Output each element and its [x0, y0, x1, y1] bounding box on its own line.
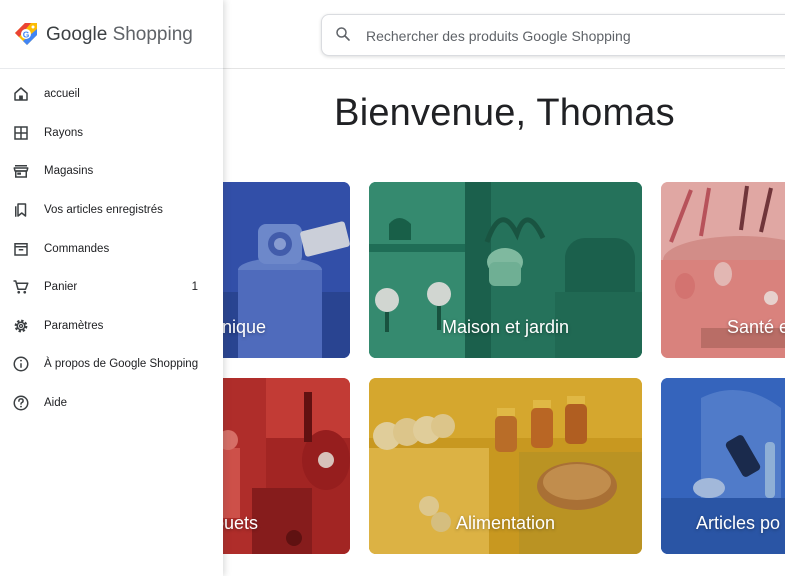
category-tile-health[interactable]: Santé e [661, 182, 785, 358]
sidebar-item-home[interactable]: accueil [0, 75, 223, 114]
sidebar-item-label: Aide [44, 397, 68, 410]
sidebar-item-about[interactable]: À propos de Google Shopping [0, 345, 223, 384]
sidebar-item-label: Paramètres [44, 319, 104, 332]
category-label: Alimentation [455, 513, 556, 533]
category-label: nique [222, 317, 267, 337]
sidebar-item-label: Vos articles enregistrés [44, 204, 163, 217]
svg-text:G: G [23, 29, 30, 39]
category-label: Santé e [727, 317, 785, 337]
sidebar-item-label: accueil [44, 88, 80, 101]
sidebar-item-label: Rayons [44, 126, 83, 139]
brand-name: Google Shopping [46, 24, 193, 46]
search-icon [336, 27, 350, 41]
category-tile-home-garden[interactable]: Maison et jardin [369, 182, 642, 358]
cart-icon [13, 280, 29, 294]
category-label: Maison et jardin [441, 317, 570, 337]
store-icon [13, 165, 29, 179]
brand-header[interactable]: G Google Shopping [0, 0, 223, 69]
orders-icon [14, 242, 28, 256]
search-box[interactable] [321, 14, 785, 56]
sidebar-item-label: Commandes [44, 242, 110, 255]
sidebar-item-label: Panier [44, 281, 78, 294]
cart-count-badge: 1 [191, 281, 198, 294]
sidebar-item-label: À propos de Google Shopping [44, 358, 199, 371]
category-label: Articles po [696, 513, 781, 533]
sidebar: G Google Shopping accueil Rayons Magasin… [0, 0, 223, 576]
search-input[interactable] [364, 24, 785, 48]
sidebar-item-saved[interactable]: Vos articles enregistrés [0, 191, 223, 230]
help-icon [13, 395, 29, 411]
category-tile-food[interactable]: Alimentation [369, 378, 642, 554]
grid-icon [14, 126, 28, 140]
brand-google: Google [46, 24, 108, 45]
google-shopping-logo-icon: G [15, 23, 37, 45]
sidebar-item-orders[interactable]: Commandes [0, 229, 223, 268]
info-icon [13, 356, 29, 372]
sidebar-nav: accueil Rayons Magasins Vos articles enr… [0, 75, 223, 422]
sidebar-item-cart[interactable]: Panier 1 [0, 268, 223, 307]
gear-icon [14, 319, 28, 333]
sidebar-item-help[interactable]: Aide [0, 384, 223, 423]
sidebar-item-departments[interactable]: Rayons [0, 114, 223, 153]
welcome-heading: Bienvenue, Thomas [334, 92, 675, 134]
category-tile-sports[interactable]: Articles po [661, 378, 785, 554]
home-icon [14, 87, 28, 102]
bookmark-icon [15, 203, 27, 217]
sidebar-item-settings[interactable]: Paramètres [0, 307, 223, 346]
sidebar-item-label: Magasins [44, 165, 94, 178]
sidebar-item-stores[interactable]: Magasins [0, 152, 223, 191]
brand-shopping: Shopping [112, 24, 193, 45]
category-label: ouets [214, 513, 259, 533]
